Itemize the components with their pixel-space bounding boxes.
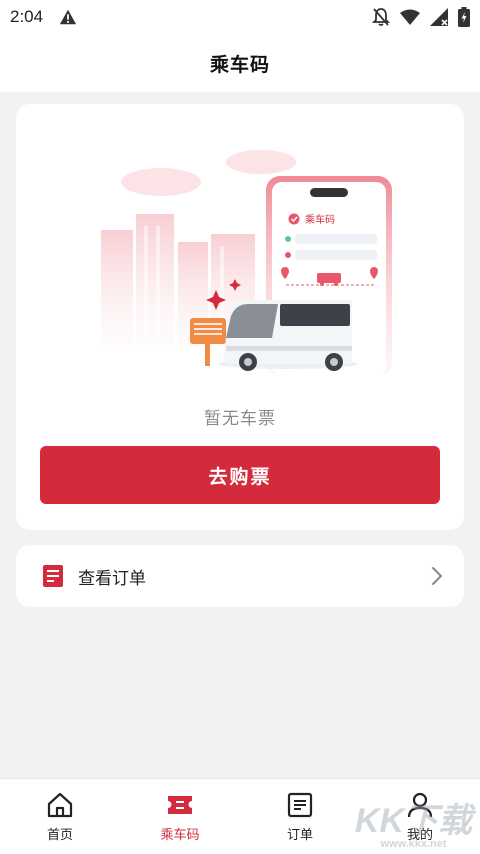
title-bar: 乘车码 xyxy=(0,34,480,92)
watermark-main: KK下载 xyxy=(354,802,472,840)
ticket-icon xyxy=(168,796,192,814)
buy-ticket-button[interactable]: 去购票 xyxy=(40,446,440,504)
view-orders-label: 查看订单 xyxy=(78,568,146,589)
battery-icon xyxy=(458,7,470,27)
empty-ticket-illustration: 乘车码 xyxy=(101,150,392,376)
chevron-right-icon xyxy=(432,567,442,585)
tab-label: 首页 xyxy=(46,828,73,843)
wifi-icon xyxy=(400,9,420,25)
status-bar: 2:04 xyxy=(0,0,480,34)
order-list-icon xyxy=(287,792,313,818)
page-title: 乘车码 xyxy=(209,53,270,76)
phone-title: 乘车码 xyxy=(305,213,335,226)
view-orders-row[interactable]: 查看订单 xyxy=(16,545,464,607)
signal-icon xyxy=(430,8,448,26)
status-time: 2:04 xyxy=(10,7,44,26)
empty-ticket-text: 暂无车票 xyxy=(204,409,276,429)
warning-icon xyxy=(59,9,77,25)
tab-orders[interactable]: 订单 xyxy=(240,779,360,854)
status-icons xyxy=(372,7,470,27)
order-document-icon xyxy=(43,565,63,587)
tab-home[interactable]: 首页 xyxy=(0,779,120,854)
ticket-card: 乘车码 暂无车票 去购票 xyxy=(16,104,464,530)
tab-label: 乘车码 xyxy=(160,828,200,843)
tab-ride-code[interactable]: 乘车码 xyxy=(120,779,240,854)
watermark-logo: KK下载 www.kkx.net xyxy=(355,804,472,850)
tab-label: 订单 xyxy=(286,828,313,843)
notifications-off-icon xyxy=(372,8,390,26)
home-icon xyxy=(47,792,73,818)
